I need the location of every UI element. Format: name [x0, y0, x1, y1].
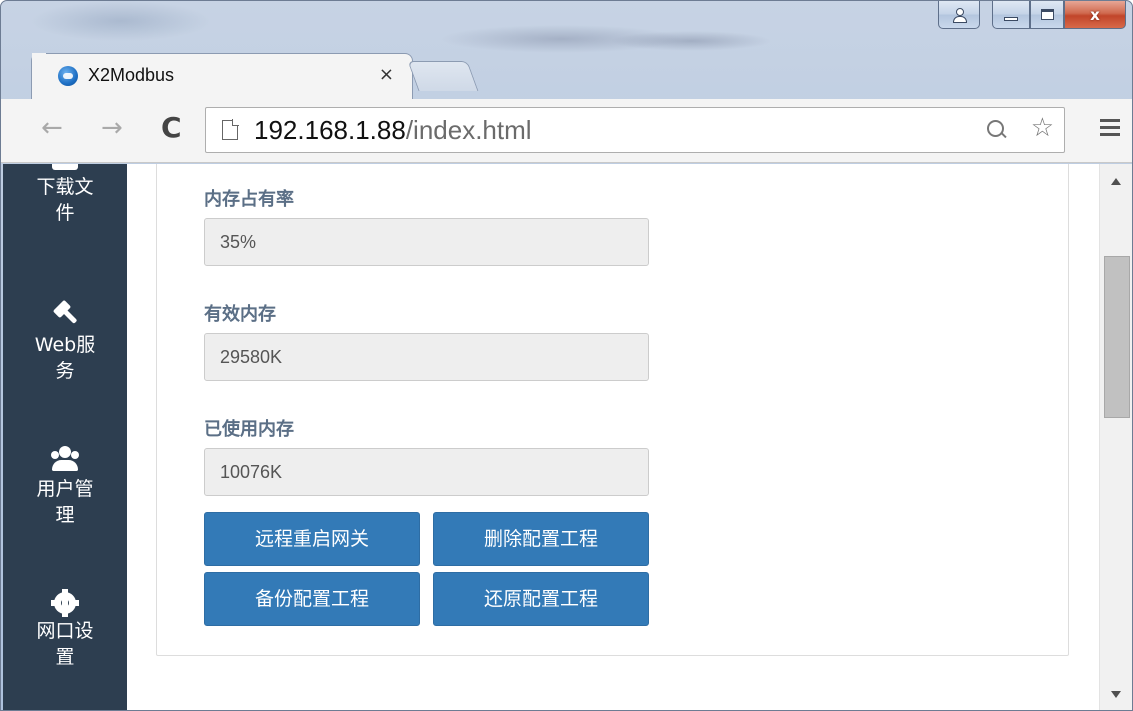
download-icon — [52, 164, 78, 170]
maximize-button[interactable] — [1030, 1, 1064, 29]
memory-status-panel: 内存占有率 35% 有效内存 29580K 已使用内存 10076K 远程重启网… — [156, 164, 1069, 656]
sidebar-item-download-files[interactable]: 下载文件 — [3, 164, 127, 226]
sidebar-item-label: 下载文件 — [36, 176, 94, 224]
close-icon: x — [1090, 5, 1100, 24]
page-viewport: 下载文件 Web服务 用户管理 网口设置 内存占有率 35% 有效内存 2958… — [3, 164, 1132, 710]
page-icon — [222, 119, 239, 140]
user-button[interactable] — [938, 1, 980, 29]
backup-config-button[interactable]: 备份配置工程 — [204, 572, 420, 626]
browser-toolbar: ← → C 192.168.1.88/index.html ☆ — [1, 99, 1132, 163]
sidebar-item-label: 网口设置 — [36, 620, 94, 668]
url-text[interactable]: 192.168.1.88/index.html — [254, 115, 532, 146]
sidebar-item-label: Web服务 — [34, 334, 96, 382]
user-icon — [951, 7, 967, 23]
minimize-icon — [1004, 16, 1018, 21]
used-memory-label: 已使用内存 — [204, 419, 294, 440]
minimize-button[interactable] — [992, 1, 1030, 29]
available-memory-field: 29580K — [204, 333, 649, 381]
bookmark-star-icon[interactable]: ☆ — [1031, 113, 1054, 143]
available-memory-label: 有效内存 — [204, 304, 276, 325]
scrollbar-thumb[interactable] — [1104, 256, 1130, 418]
scroll-up-icon[interactable] — [1111, 178, 1121, 185]
maximize-icon — [1040, 9, 1054, 20]
tab-x2modbus[interactable]: X2Modbus × — [31, 53, 413, 100]
url-path: /index.html — [405, 115, 532, 145]
sidebar-item-label: 用户管理 — [36, 478, 94, 526]
gear-icon — [51, 589, 79, 617]
window-controls: x — [938, 1, 1126, 31]
memory-usage-field: 35% — [204, 218, 649, 266]
vertical-scrollbar[interactable] — [1099, 164, 1132, 710]
sidebar-item-web-service[interactable]: Web服务 — [3, 302, 127, 384]
new-tab-button[interactable] — [407, 61, 479, 91]
used-memory-field: 10076K — [204, 448, 649, 496]
url-host: 192.168.1.88 — [254, 115, 406, 145]
back-icon[interactable]: ← — [41, 113, 63, 143]
tab-close-icon[interactable]: × — [379, 64, 394, 85]
sidebar: 下载文件 Web服务 用户管理 网口设置 — [3, 164, 127, 710]
sidebar-item-user-management[interactable]: 用户管理 — [3, 446, 127, 528]
scroll-down-icon[interactable] — [1111, 691, 1121, 698]
browser-window: x X2Modbus × ← → C 192.168.1.88/index.ht… — [0, 0, 1133, 711]
memory-usage-label: 内存占有率 — [204, 189, 294, 210]
reboot-gateway-button[interactable]: 远程重启网关 — [204, 512, 420, 566]
tab-title: X2Modbus — [88, 65, 175, 85]
users-icon — [50, 446, 80, 472]
delete-config-button[interactable]: 删除配置工程 — [433, 512, 649, 566]
sidebar-item-network-settings[interactable]: 网口设置 — [3, 589, 127, 670]
close-window-button[interactable]: x — [1064, 1, 1126, 29]
zoom-icon[interactable] — [986, 119, 1008, 141]
reload-icon[interactable]: C — [161, 111, 182, 144]
gavel-icon — [50, 302, 80, 328]
address-bar[interactable]: 192.168.1.88/index.html ☆ — [205, 107, 1065, 153]
forward-icon[interactable]: → — [101, 113, 123, 143]
favicon-icon — [58, 66, 78, 86]
restore-config-button[interactable]: 还原配置工程 — [433, 572, 649, 626]
menu-icon[interactable] — [1100, 119, 1120, 136]
